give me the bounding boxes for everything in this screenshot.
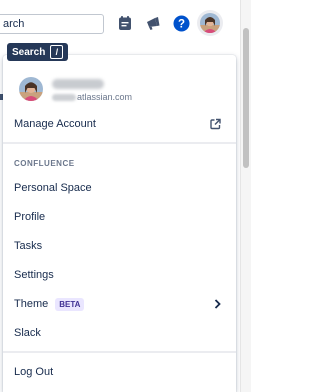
scrollbar-thumb[interactable] [243, 28, 249, 168]
menu-item-label: Slack [14, 327, 41, 339]
help-icon[interactable]: ? [172, 14, 190, 32]
search-input[interactable]: arch [0, 14, 104, 34]
chevron-right-icon [214, 299, 221, 309]
menu-item-label: Theme [14, 298, 49, 310]
page-scrollbar[interactable] [240, 0, 251, 392]
external-link-icon [210, 118, 221, 130]
profile-dropdown-menu: atlassian.com Manage Account CONFLUENCE … [3, 55, 236, 392]
log-out-item[interactable]: Log Out [3, 359, 236, 385]
account-email: atlassian.com [52, 92, 132, 102]
beta-badge: BETA [55, 297, 85, 311]
account-header: atlassian.com [3, 55, 236, 105]
menu-item-label: Personal Space [14, 182, 92, 194]
notes-icon[interactable] [116, 14, 134, 32]
menu-item-tasks[interactable]: Tasks [3, 233, 236, 259]
svg-text:?: ? [177, 18, 184, 30]
menu-item-label: Profile [14, 211, 46, 223]
search-input-text: arch [3, 18, 25, 30]
account-email-domain: atlassian.com [77, 92, 133, 102]
menu-item-settings[interactable]: Settings [3, 262, 236, 288]
profile-avatar-button[interactable] [200, 13, 220, 33]
megaphone-icon[interactable] [144, 14, 162, 32]
manage-account-item[interactable]: Manage Account [3, 111, 236, 137]
keyboard-shortcut-key: / [50, 45, 64, 59]
account-email-user-redacted [52, 93, 76, 101]
log-out-label: Log Out [14, 366, 54, 378]
menu-item-theme[interactable]: Theme BETA [3, 291, 236, 317]
menu-item-profile[interactable]: Profile [3, 204, 236, 230]
search-tooltip: Search / [7, 43, 69, 61]
tooltip-label: Search [12, 46, 46, 58]
menu-item-label: Tasks [14, 240, 43, 252]
menu-item-label: Settings [14, 269, 54, 281]
manage-account-label: Manage Account [14, 118, 96, 130]
top-navigation-bar: arch ? [0, 0, 251, 46]
confluence-section-heading: CONFLUENCE [14, 159, 75, 168]
avatar [19, 77, 43, 101]
menu-divider [3, 351, 236, 353]
account-name-redacted [52, 79, 104, 89]
menu-divider [3, 142, 236, 144]
menu-item-slack[interactable]: Slack [3, 320, 236, 346]
menu-item-personal-space[interactable]: Personal Space [3, 175, 236, 201]
